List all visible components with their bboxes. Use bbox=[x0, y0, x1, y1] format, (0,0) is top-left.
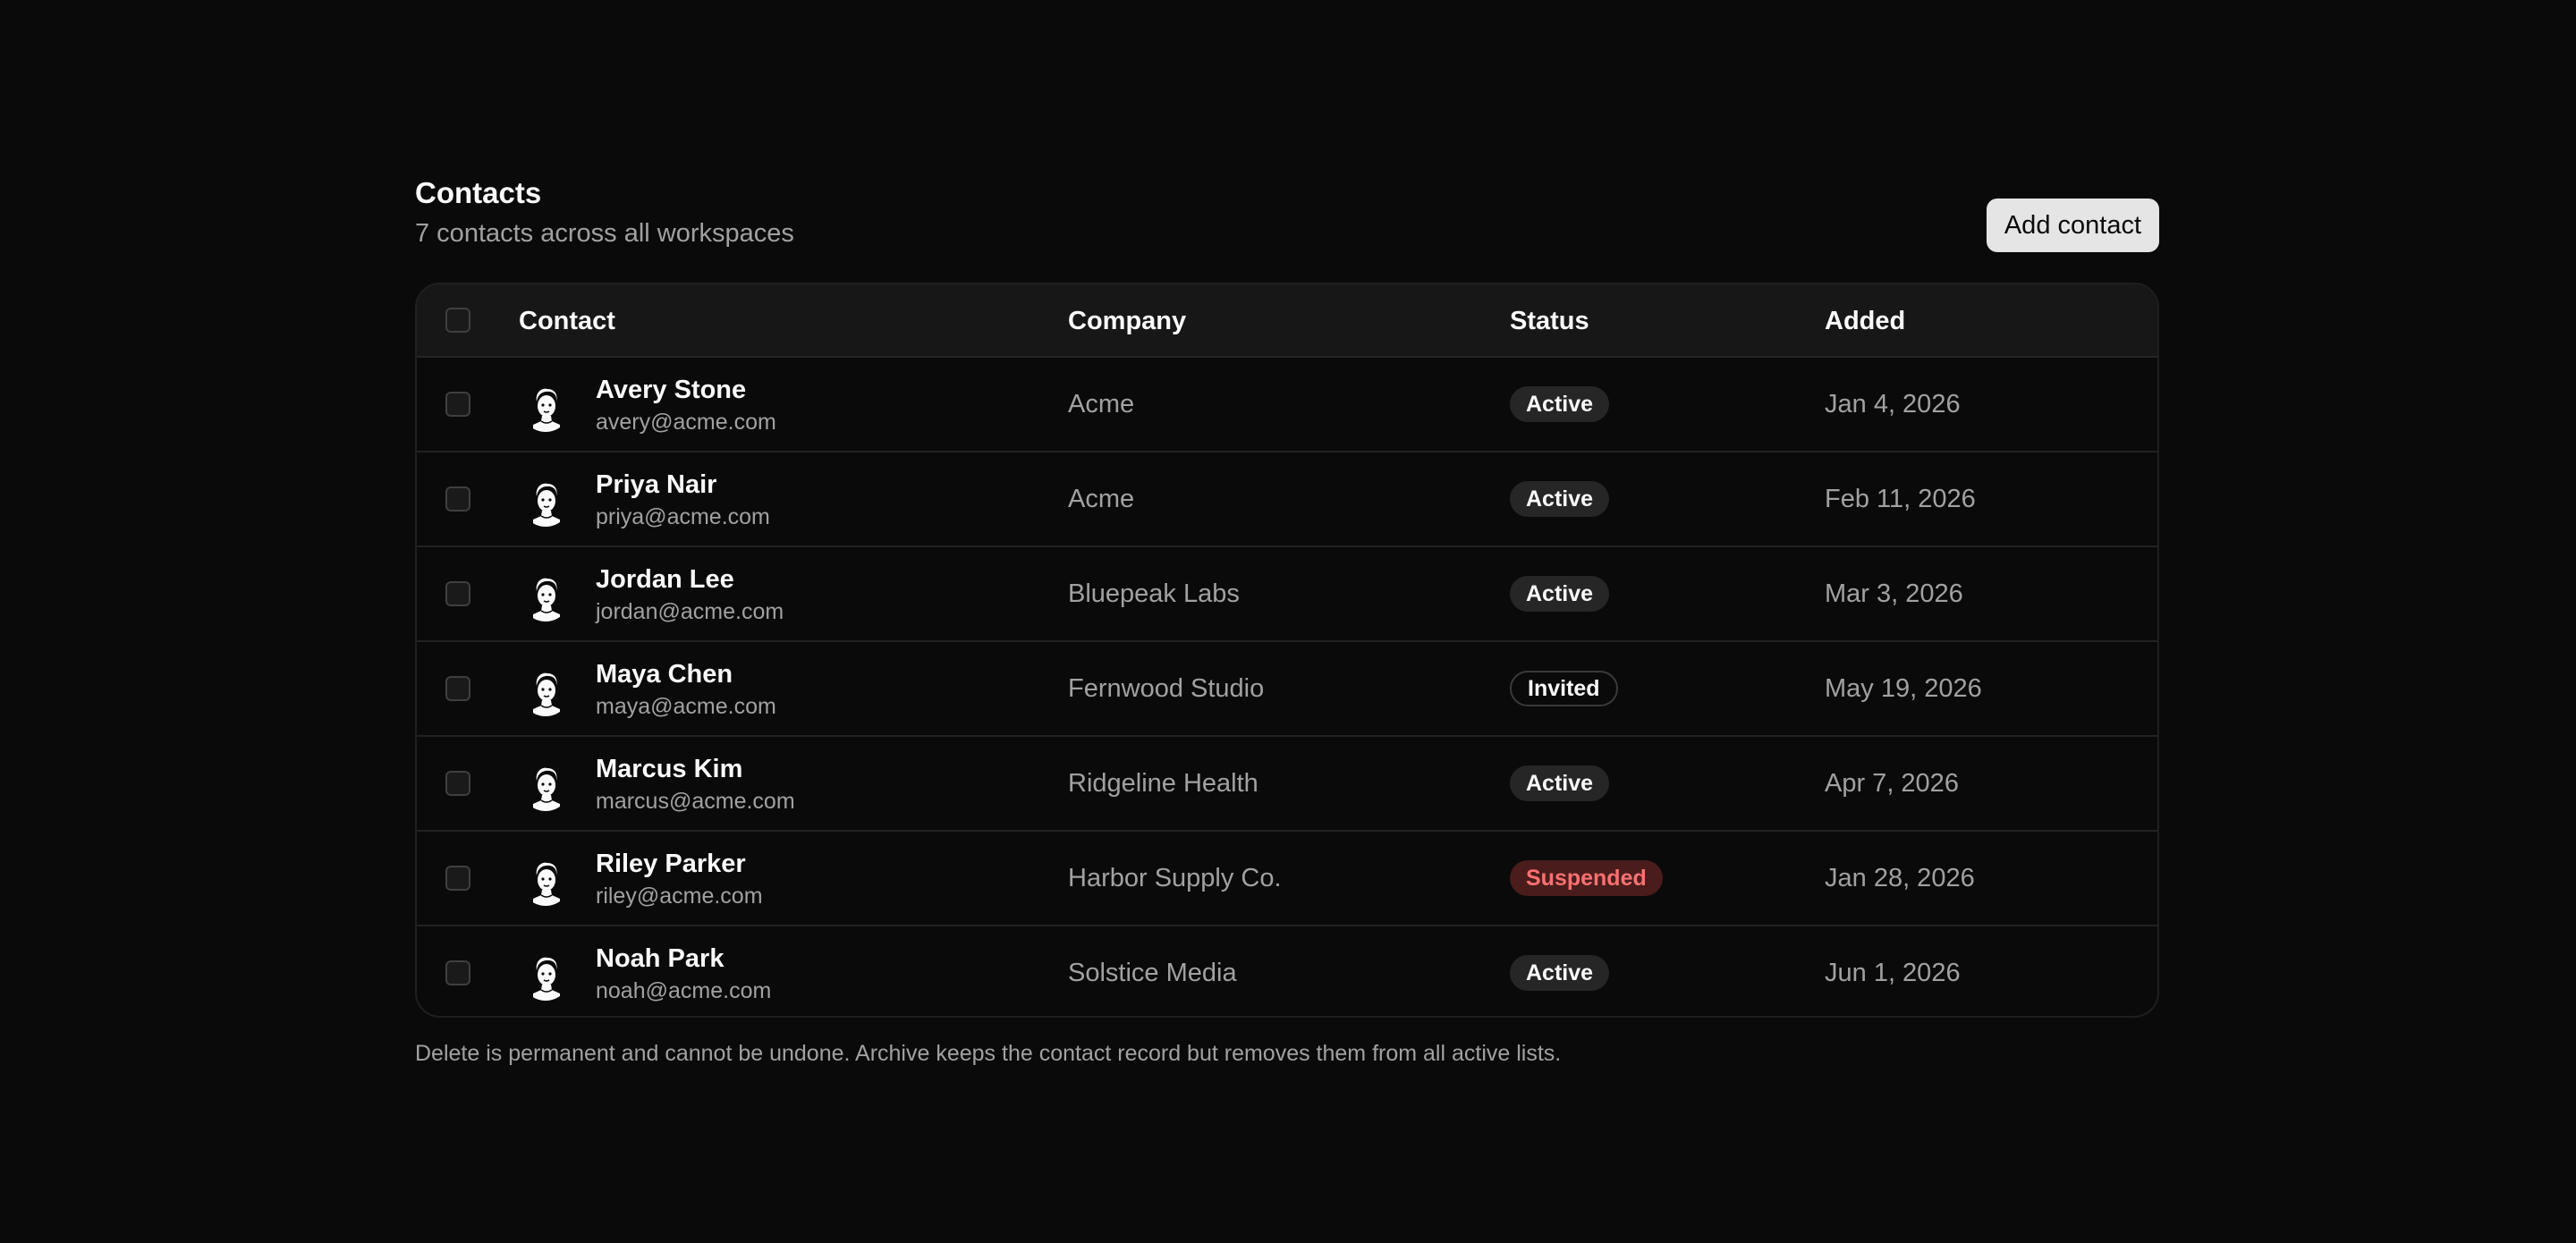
table-row[interactable]: Marcus Kim marcus@acme.com Ridgeline Hea… bbox=[417, 737, 2157, 832]
contact-name[interactable]: Maya Chen bbox=[596, 658, 733, 690]
row-checkbox[interactable] bbox=[445, 960, 470, 985]
contact-email: riley@acme.com bbox=[596, 884, 763, 909]
page-subtitle: 7 contacts across all workspaces bbox=[415, 219, 794, 248]
status-badge: Active bbox=[1510, 955, 1610, 991]
contact-name[interactable]: Avery Stone bbox=[596, 374, 746, 406]
table-header: Contact Company Status Added bbox=[417, 284, 2157, 358]
row-checkbox[interactable] bbox=[445, 676, 470, 701]
table-body: Avery Stone avery@acme.com Acme Active J… bbox=[417, 358, 2157, 1016]
row-checkbox[interactable] bbox=[445, 771, 470, 796]
table-row[interactable]: Maya Chen maya@acme.com Fernwood Studio … bbox=[417, 642, 2157, 737]
avatar-illustration-icon bbox=[521, 382, 571, 432]
column-header-contact[interactable]: Contact bbox=[519, 284, 615, 358]
row-checkbox[interactable] bbox=[445, 392, 470, 417]
add-contact-button[interactable]: Add contact bbox=[1986, 199, 2159, 252]
contact-company: Fernwood Studio bbox=[1068, 674, 1265, 703]
table-row[interactable]: Avery Stone avery@acme.com Acme Active J… bbox=[417, 358, 2157, 452]
contact-company: Ridgeline Health bbox=[1068, 769, 1258, 798]
avatar bbox=[521, 761, 571, 811]
contact-email: priya@acme.com bbox=[596, 504, 770, 529]
status-badge: Active bbox=[1510, 576, 1610, 612]
avatar bbox=[521, 951, 571, 1001]
contact-email: maya@acme.com bbox=[596, 694, 776, 719]
row-checkbox[interactable] bbox=[445, 486, 470, 512]
row-checkbox[interactable] bbox=[445, 581, 470, 606]
contact-email: marcus@acme.com bbox=[596, 789, 795, 814]
contacts-header: Contacts 7 contacts across all workspace… bbox=[415, 175, 2159, 283]
contact-added-date: May 19, 2026 bbox=[1825, 674, 1982, 703]
row-checkbox[interactable] bbox=[445, 866, 470, 891]
contact-email: jordan@acme.com bbox=[596, 599, 784, 624]
contact-name[interactable]: Noah Park bbox=[596, 943, 724, 975]
table-row[interactable]: Jordan Lee jordan@acme.com Bluepeak Labs… bbox=[417, 547, 2157, 642]
contacts-table: Contact Company Status Added Avery Stone… bbox=[415, 283, 2159, 1018]
avatar bbox=[521, 477, 571, 527]
avatar-illustration-icon bbox=[521, 477, 571, 527]
contact-name[interactable]: Jordan Lee bbox=[596, 563, 734, 596]
column-header-company[interactable]: Company bbox=[1068, 284, 1186, 358]
contact-added-date: Feb 11, 2026 bbox=[1825, 485, 1976, 513]
contact-email: noah@acme.com bbox=[596, 978, 772, 1003]
contact-company: Solstice Media bbox=[1068, 959, 1237, 987]
avatar bbox=[521, 382, 571, 432]
table-row[interactable]: Priya Nair priya@acme.com Acme Active Fe… bbox=[417, 452, 2157, 547]
select-all-checkbox[interactable] bbox=[445, 308, 470, 333]
contact-name[interactable]: Marcus Kim bbox=[596, 753, 742, 785]
contact-company: Harbor Supply Co. bbox=[1068, 864, 1282, 892]
table-row[interactable]: Riley Parker riley@acme.com Harbor Suppl… bbox=[417, 832, 2157, 926]
contact-added-date: Apr 7, 2026 bbox=[1825, 769, 1959, 798]
contact-added-date: Jan 4, 2026 bbox=[1825, 390, 1961, 419]
avatar-illustration-icon bbox=[521, 761, 571, 811]
table-row[interactable]: Noah Park noah@acme.com Solstice Media A… bbox=[417, 926, 2157, 1016]
contact-name[interactable]: Priya Nair bbox=[596, 469, 716, 501]
contact-added-date: Jan 28, 2026 bbox=[1825, 864, 1975, 892]
contact-added-date: Jun 1, 2026 bbox=[1825, 959, 1961, 987]
avatar bbox=[521, 666, 571, 716]
contact-company: Bluepeak Labs bbox=[1068, 579, 1240, 608]
contact-company: Acme bbox=[1068, 390, 1135, 419]
status-badge: Active bbox=[1510, 386, 1610, 422]
column-header-status[interactable]: Status bbox=[1510, 284, 1589, 358]
contact-name[interactable]: Riley Parker bbox=[596, 848, 746, 880]
contact-company: Acme bbox=[1068, 485, 1135, 513]
footnote: Delete is permanent and cannot be undone… bbox=[415, 1041, 1562, 1066]
status-badge: Active bbox=[1510, 481, 1610, 517]
avatar-illustration-icon bbox=[521, 666, 571, 716]
avatar-illustration-icon bbox=[521, 951, 571, 1001]
status-badge: Suspended bbox=[1510, 860, 1663, 896]
avatar bbox=[521, 856, 571, 906]
avatar-illustration-icon bbox=[521, 571, 571, 622]
avatar-illustration-icon bbox=[521, 856, 571, 906]
contacts-panel: Contacts 7 contacts across all workspace… bbox=[415, 175, 2159, 1066]
column-header-added[interactable]: Added bbox=[1825, 284, 1905, 358]
avatar bbox=[521, 571, 571, 622]
status-badge: Invited bbox=[1510, 671, 1618, 706]
contact-email: avery@acme.com bbox=[596, 410, 776, 435]
contact-added-date: Mar 3, 2026 bbox=[1825, 579, 1963, 608]
status-badge: Active bbox=[1510, 765, 1610, 801]
page-title: Contacts bbox=[415, 176, 542, 209]
